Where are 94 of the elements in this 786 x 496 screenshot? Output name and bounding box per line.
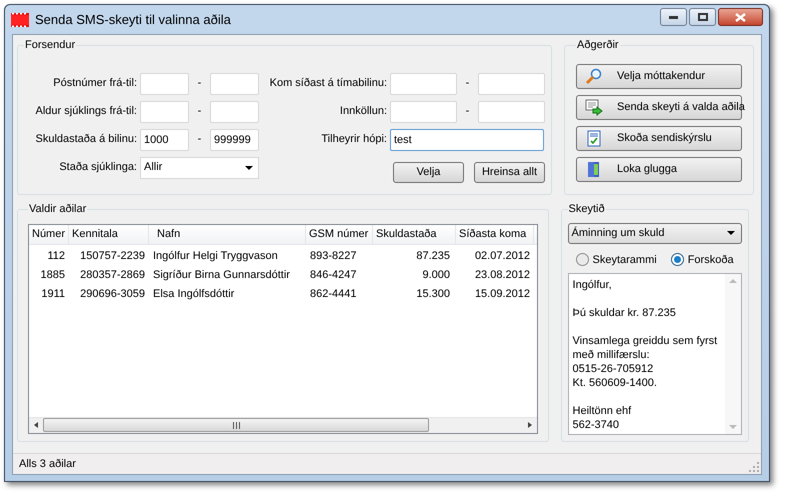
input-field[interactable]: [210, 72, 259, 94]
field-label: Aldur sjúklings frá-til:: [34, 104, 138, 120]
message-line: með millifærslu:: [572, 348, 651, 362]
vertical-scrollbar[interactable]: [725, 274, 741, 434]
table-cell-text: 15.300: [415, 286, 451, 302]
app-icon: [11, 12, 29, 28]
message-preview[interactable]: Ingólfur, Þú skuldar kr. 87.235 Vinsamlega greiddu sem fyrst með millifærslu: 0515-26-705912 Kt. 560609-1400. Heiltönn ehf 562-3740: [568, 273, 742, 435]
message-line: Heiltönn ehf: [572, 404, 632, 418]
minimize-icon: [669, 16, 678, 18]
filter-button[interactable]: Hreinsa allt: [474, 162, 545, 182]
dropdown-arrow-icon: [727, 231, 735, 235]
table-cell-text: Sigríður Birna Gunnarsdóttir: [152, 268, 291, 283]
template-dropdown[interactable]: Áminning um skuld: [568, 222, 742, 244]
input-field[interactable]: [390, 72, 457, 94]
column-header[interactable]: GSM númer: [306, 224, 373, 244]
radio-option[interactable]: Skeytarammi: [576, 252, 657, 268]
table-cell-text: 1911: [40, 286, 66, 302]
dash-text: -: [196, 104, 202, 120]
table-cell-text: 02.07.2012: [474, 248, 531, 264]
scroll-thumb[interactable]: [43, 418, 429, 432]
column-header[interactable]: Síðasta koma: [456, 224, 534, 244]
group-title: Aðgerðir: [576, 38, 620, 53]
status-text: Alls 3 aðilar: [19, 456, 76, 472]
action-button[interactable]: Skoða sendiskýrslu: [576, 126, 742, 150]
input-field[interactable]: 999999: [210, 128, 259, 150]
dash-text: -: [196, 132, 202, 148]
radio-option[interactable]: Forskoða: [670, 252, 734, 268]
message-line: Kt. 560609-1400.: [572, 376, 658, 390]
status-dropdown[interactable]: Allir: [140, 156, 259, 178]
table-cell-text: 150757-2239: [79, 248, 146, 264]
table-cell-text: 87.235: [415, 248, 451, 264]
checklist-icon: [585, 130, 603, 146]
close-icon: [735, 12, 746, 22]
field-label: Innköllun:: [338, 104, 388, 120]
input-field[interactable]: test: [390, 128, 544, 150]
action-button[interactable]: Loka glugga: [576, 156, 742, 182]
maximize-button[interactable]: [689, 8, 716, 26]
dropdown-value: Allir: [144, 160, 162, 176]
table-cell-text: 290696-3059: [79, 286, 146, 302]
input-field[interactable]: [210, 100, 259, 122]
magnifier-icon: [585, 68, 603, 84]
table-cell-text: 23.08.2012: [474, 268, 531, 283]
column-header[interactable]: Kennitala: [69, 224, 149, 244]
column-header[interactable]: Skuldastaða: [373, 224, 456, 244]
field-label: Skuldastaða á bilinu:: [34, 132, 138, 148]
field-label: Staða sjúklinga:: [58, 160, 138, 176]
column-header[interactable]: Nafn: [149, 224, 306, 244]
group-title: Valdir aðilar: [28, 202, 88, 217]
message-line: 562-3740: [572, 418, 620, 432]
dash-text: -: [464, 104, 470, 120]
window-title: Senda SMS-skeyti til valinna aðila: [35, 10, 231, 29]
dropdown-value: Áminning um skuld: [572, 226, 664, 241]
table-cell-text: 1885: [40, 268, 66, 283]
dropdown-arrow-icon: [245, 166, 253, 170]
message-line: 0515-26-705912: [572, 362, 654, 376]
table-cell-text: Elsa Ingólfsdóttir: [152, 286, 236, 302]
table-cell-text: 893-8227: [309, 248, 358, 264]
scroll-up-icon: [729, 278, 737, 283]
filter-button[interactable]: Velja: [393, 162, 464, 182]
input-field[interactable]: [478, 72, 545, 94]
input-field[interactable]: 1000: [140, 128, 189, 150]
resize-grip-icon[interactable]: [749, 462, 759, 472]
dash-text: -: [196, 76, 202, 92]
input-field[interactable]: [140, 100, 189, 122]
maximize-icon: [698, 13, 708, 21]
column-header[interactable]: Númer: [29, 224, 69, 244]
horizontal-scrollbar[interactable]: [29, 416, 537, 432]
table-cell-text: 112: [46, 248, 66, 264]
close-button[interactable]: [718, 8, 763, 26]
radio-button[interactable]: [576, 253, 589, 266]
input-field[interactable]: [140, 72, 189, 94]
dash-text: -: [464, 76, 470, 92]
radio-button[interactable]: [670, 253, 684, 266]
group-title: Skeytið: [568, 202, 606, 217]
message-line: Ingólfur,: [572, 278, 613, 292]
action-button[interactable]: Velja móttakendur: [576, 64, 742, 88]
table-cell-text: 280357-2869: [79, 268, 146, 283]
field-label: Kom síðast á tímabilinu:: [268, 76, 388, 92]
field-label: Tilheyrir hópi:: [320, 132, 388, 148]
scroll-down-icon: [729, 425, 737, 430]
message-line: Þú skuldar kr. 87.235: [572, 306, 677, 320]
minimize-button[interactable]: [660, 8, 687, 26]
table-cell-text: 15.09.2012: [474, 286, 531, 302]
input-field[interactable]: [390, 100, 457, 122]
grip-icon: [232, 422, 240, 428]
group-title: Forsendur: [24, 38, 76, 53]
table-cell-text: 9.000: [421, 268, 451, 283]
table-cell-text: 862-4441: [309, 286, 358, 302]
field-label: Póstnúmer frá-til:: [52, 76, 138, 92]
message-arrow-icon: [585, 98, 603, 116]
message-line: Vinsamlega greiddu sem fyrst: [572, 334, 718, 348]
input-field[interactable]: [478, 100, 545, 122]
table-cell-text: 846-4247: [309, 268, 358, 283]
table-cell-text: Ingólfur Helgi Tryggvason: [152, 248, 279, 264]
